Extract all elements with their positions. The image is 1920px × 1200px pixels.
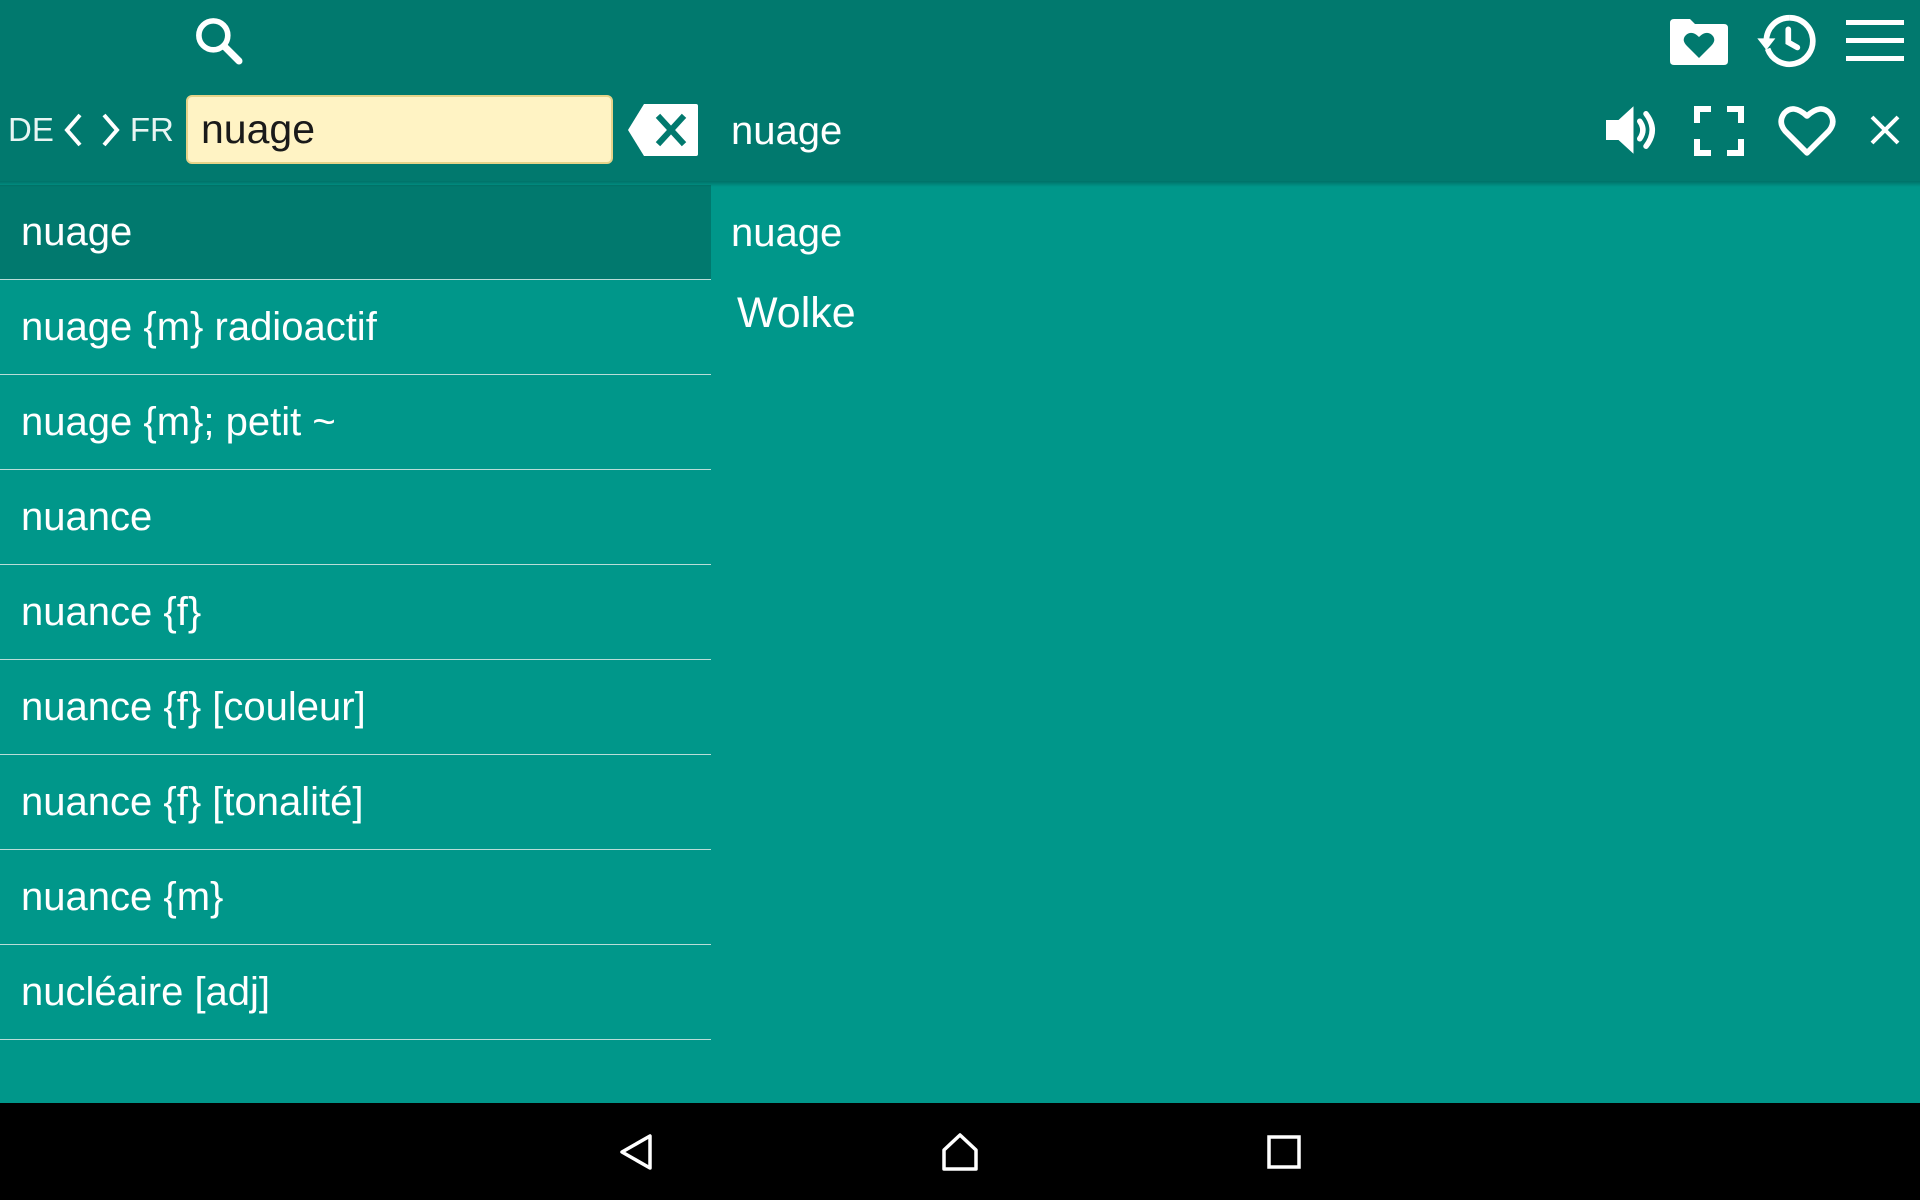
list-item[interactable]: nuage [0, 185, 711, 280]
search-input[interactable] [201, 106, 611, 153]
list-item-label: nuage [21, 209, 133, 254]
list-item[interactable]: nuage {m}; petit ~ [0, 375, 711, 470]
chevron-left-icon[interactable] [54, 112, 92, 148]
speaker-icon[interactable] [1598, 98, 1664, 162]
backspace-clear-icon[interactable] [626, 100, 700, 160]
home-icon[interactable] [910, 1103, 1010, 1200]
list-item-label: nuance {f} [tonalité] [21, 779, 364, 824]
menu-icon[interactable] [1842, 10, 1908, 72]
results-list: nuage nuage {m} radioactif nuage {m}; pe… [0, 185, 711, 1040]
dictionary-app: DE FR nuage nuage nuage nuage {m} radioa… [0, 0, 1920, 1200]
entry-translation: Wolke [737, 289, 856, 337]
search-icon[interactable] [186, 8, 250, 72]
favorites-folder-icon[interactable] [1666, 8, 1732, 74]
back-icon[interactable] [586, 1103, 686, 1200]
list-item[interactable]: nucléaire [adj] [0, 945, 711, 1040]
list-item-label: nuage {m} radioactif [21, 304, 377, 349]
list-item-label: nuance {f} [21, 589, 202, 634]
list-item-label: nuance [21, 494, 153, 539]
chevron-right-icon[interactable] [92, 112, 130, 148]
language-switch[interactable]: DE FR [8, 108, 174, 152]
list-item[interactable]: nuance {f} [tonalité] [0, 755, 711, 850]
entry-headword: nuage [731, 211, 843, 255]
source-language[interactable]: DE [8, 108, 54, 152]
list-item[interactable]: nuance [0, 470, 711, 565]
target-language[interactable]: FR [130, 108, 174, 152]
search-field[interactable] [186, 95, 613, 164]
recents-icon[interactable] [1234, 1103, 1334, 1200]
close-icon[interactable] [1864, 108, 1906, 152]
list-item-label: nuance {f} [couleur] [21, 684, 366, 729]
list-item[interactable]: nuance {f} [couleur] [0, 660, 711, 755]
list-item[interactable]: nuance {m} [0, 850, 711, 945]
history-icon[interactable] [1754, 8, 1820, 74]
list-item-label: nuage {m}; petit ~ [21, 399, 336, 444]
list-item-label: nuance {m} [21, 874, 224, 919]
system-navigation-bar [0, 1103, 1920, 1200]
top-app-bar: DE FR nuage [0, 0, 1920, 187]
fullscreen-icon[interactable] [1690, 102, 1748, 160]
list-item[interactable]: nuage {m} radioactif [0, 280, 711, 375]
heart-icon[interactable] [1774, 98, 1840, 162]
list-item-label: nucléaire [adj] [21, 969, 271, 1014]
entry-detail-pane: nuage Wolke [711, 185, 1920, 1103]
entry-header-word: nuage [731, 109, 843, 153]
list-item[interactable]: nuance {f} [0, 565, 711, 660]
